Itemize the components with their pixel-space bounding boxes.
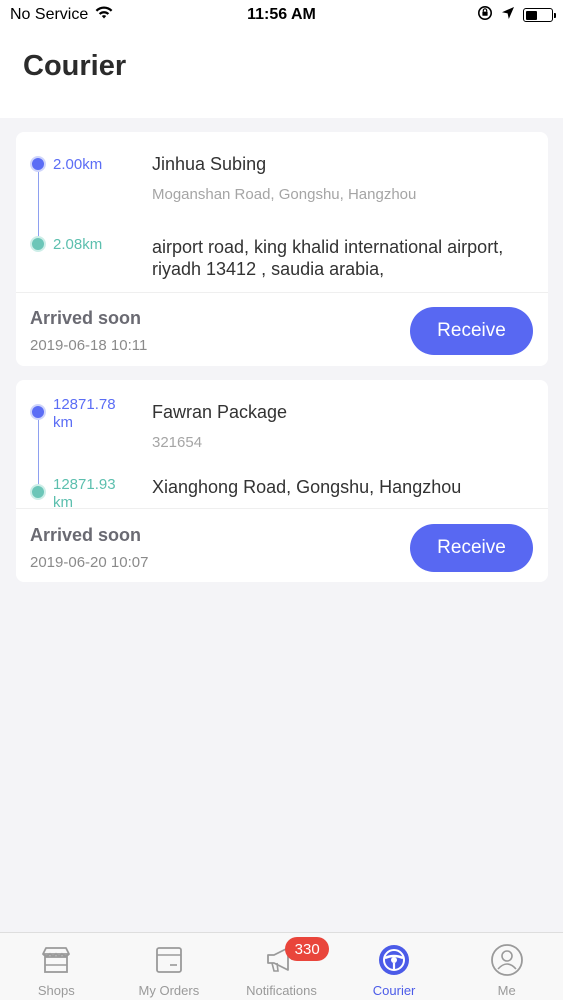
tab-bar: Shops My Orders 330 Notifications Courie… — [0, 932, 563, 1000]
orders-icon — [152, 943, 186, 977]
status-bar: No Service 11:56 AM — [0, 0, 563, 30]
tab-my-orders[interactable]: My Orders — [113, 933, 226, 1000]
route-line — [37, 418, 39, 486]
receive-button[interactable]: Receive — [410, 307, 533, 355]
tab-label: Courier — [372, 983, 416, 998]
destination-address: Xianghong Road, Gongshu, Hangzhou — [152, 477, 462, 497]
notification-badge: 330 — [285, 937, 330, 961]
shop-address: 321654 — [152, 434, 203, 451]
pickup-distance: 2.00km — [53, 156, 103, 173]
tab-courier[interactable]: Courier — [338, 933, 451, 1000]
location-arrow-icon — [501, 6, 515, 25]
dropoff-dot-icon — [30, 484, 46, 500]
steering-wheel-icon — [377, 943, 411, 977]
pickup-dot-icon — [30, 404, 46, 420]
battery-icon — [523, 8, 556, 22]
tab-label: Shops — [37, 983, 75, 998]
profile-icon — [490, 943, 524, 977]
tab-notifications[interactable]: 330 Notifications — [225, 933, 338, 1000]
dropoff-distance: 2.08km — [53, 236, 103, 253]
dropoff-distance: 12871.93 km — [53, 476, 116, 511]
pickup-distance: 12871.78 km — [53, 396, 116, 431]
order-card[interactable]: 2.00km 2.08km Jinhua Subing Moganshan Ro… — [16, 132, 548, 366]
order-card[interactable]: 12871.78 km 12871.93 km Fawran Package 3… — [16, 380, 548, 582]
tab-me[interactable]: Me — [450, 933, 563, 1000]
tab-label: Notifications — [246, 983, 317, 998]
tab-shops[interactable]: Shops — [0, 933, 113, 1000]
tab-label: Me — [497, 983, 516, 998]
order-time: 2019-06-20 10:07 — [30, 554, 149, 571]
wifi-icon — [94, 5, 114, 25]
page-header: Courier — [0, 30, 563, 118]
orientation-lock-icon — [477, 5, 493, 26]
card-divider — [16, 508, 548, 509]
destination-address: airport road, king khalid international … — [152, 237, 504, 279]
shop-address: Moganshan Road, Gongshu, Hangzhou — [152, 186, 417, 203]
card-divider — [16, 292, 548, 293]
order-time: 2019-06-18 10:11 — [30, 337, 148, 354]
shop-name: Fawran Package — [152, 402, 288, 422]
route-line — [37, 170, 39, 240]
receive-button[interactable]: Receive — [410, 524, 533, 572]
dropoff-dot-icon — [30, 236, 46, 252]
delivery-status: Arrived soon — [30, 525, 142, 545]
shop-name: Jinhua Subing — [152, 154, 267, 174]
pickup-dot-icon — [30, 156, 46, 172]
page-title: Courier — [23, 50, 127, 82]
carrier-label: No Service — [10, 6, 89, 23]
delivery-status: Arrived soon — [30, 308, 142, 328]
tab-label: My Orders — [138, 983, 200, 998]
shop-icon — [39, 943, 73, 977]
